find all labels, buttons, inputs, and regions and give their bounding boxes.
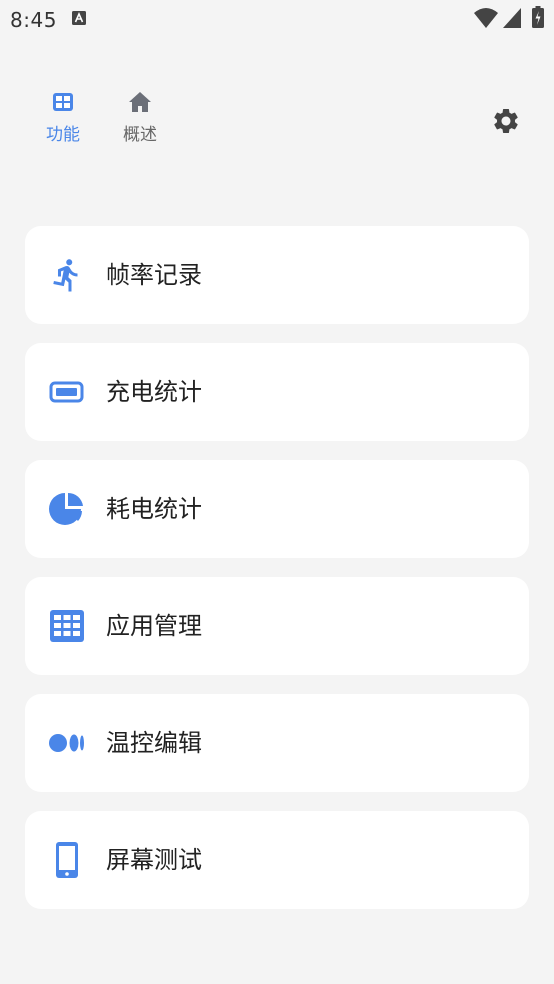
- wifi-icon: [474, 8, 498, 28]
- battery-charging-icon: [532, 6, 544, 28]
- dots-icon: [49, 734, 84, 752]
- menu-item-label: 帧率记录: [106, 261, 202, 289]
- menu-item-app-management[interactable]: 应用管理: [25, 577, 529, 675]
- status-bar: 8:45: [0, 0, 554, 40]
- grid-icon: [53, 93, 73, 111]
- menu-item-screen-test[interactable]: 屏幕测试: [25, 811, 529, 909]
- tab-functions[interactable]: 功能: [33, 90, 93, 150]
- menu-item-label: 温控编辑: [106, 729, 202, 757]
- menu-item-charging-stats[interactable]: 充电统计: [25, 343, 529, 441]
- phone-icon: [56, 842, 78, 878]
- menu-item-label: 耗电统计: [106, 495, 202, 523]
- apps-grid-icon: [50, 610, 84, 642]
- tab-overview-label: 概述: [123, 125, 157, 145]
- menu-item-label: 充电统计: [106, 378, 202, 406]
- menu-item-label: 应用管理: [106, 612, 202, 640]
- battery-icon: [49, 381, 84, 403]
- pie-chart-icon: [49, 492, 83, 525]
- signal-icon: [503, 8, 521, 28]
- home-icon: [129, 92, 151, 112]
- menu-item-power-stats[interactable]: 耗电统计: [25, 460, 529, 558]
- gear-icon[interactable]: [491, 106, 521, 136]
- tab-functions-label: 功能: [46, 125, 80, 145]
- running-icon: [53, 259, 78, 292]
- menu-item-label: 屏幕测试: [106, 846, 202, 874]
- notification-a-icon: [72, 11, 86, 25]
- tab-overview[interactable]: 概述: [110, 90, 170, 150]
- menu-item-fps-record[interactable]: 帧率记录: [25, 226, 529, 324]
- menu-item-thermal-edit[interactable]: 温控编辑: [25, 694, 529, 792]
- status-time: 8:45: [10, 8, 57, 32]
